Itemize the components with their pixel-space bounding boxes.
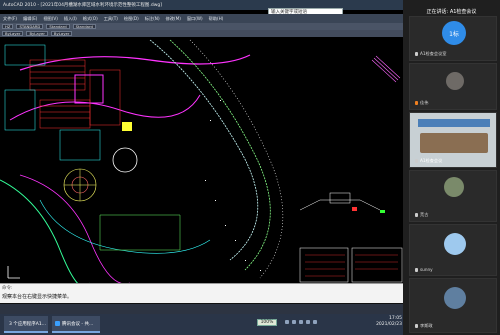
mic-icon: [415, 159, 418, 163]
taskbar-item-label: 3 个应用程序A1...: [9, 321, 47, 327]
mic-icon: [415, 101, 418, 105]
menu-item[interactable]: 工具(T): [104, 16, 118, 22]
table-style-dropdown[interactable]: Standard: [46, 24, 70, 29]
mic-icon: [415, 52, 418, 56]
menu-item[interactable]: 格式(O): [83, 16, 98, 22]
avatar: [444, 233, 466, 255]
linetype-dropdown[interactable]: ByLayer: [26, 31, 48, 36]
menu-item[interactable]: 窗口(W): [187, 16, 203, 22]
participant-tile[interactable]: sunny: [409, 224, 497, 276]
color-dropdown[interactable]: ByLayer: [2, 31, 24, 36]
lineweight-dropdown[interactable]: ByLayer: [50, 31, 73, 36]
participant-name: 李斯政: [420, 323, 433, 328]
clock[interactable]: 17:05 2021/02/23: [344, 316, 402, 328]
participant-tile[interactable]: 荒古: [409, 170, 497, 222]
menu-item[interactable]: 标注(N): [145, 16, 160, 22]
mleader-style-dropdown[interactable]: Standard: [72, 24, 96, 29]
avatar: [446, 72, 464, 90]
participant-name: 佳伟: [420, 100, 429, 105]
clock-date: 2021/02/23: [376, 322, 402, 327]
taskbar: 3 个应用程序A1... 腾讯会议 - 共...: [0, 314, 403, 335]
taskbar-item-label: 腾讯会议 - 共...: [62, 321, 94, 327]
cad-window: AutoCAD 2010 - [2021年04月槽湖水库区域水利环境示范性整顿工…: [0, 0, 403, 314]
text-style-dropdown[interactable]: HZ: [2, 24, 14, 29]
menu-item[interactable]: 视图(V): [43, 16, 58, 22]
participant-tile[interactable]: 李斯政: [409, 278, 497, 333]
mic-icon: [415, 324, 418, 328]
participant-name: 荒古: [420, 212, 429, 217]
menu-bar: 文件(F) 编辑(E) 视图(V) 插入(I) 格式(O) 工具(T) 绘图(D) 标注(N)…: [0, 14, 403, 23]
ime-icon[interactable]: [306, 320, 310, 324]
command-prompt: 命令:: [2, 286, 13, 291]
participant-name: sunny: [420, 267, 433, 272]
volume-icon[interactable]: [292, 320, 296, 324]
avatar: 1标: [442, 21, 466, 45]
mic-icon: [415, 268, 418, 272]
participant-tile[interactable]: A1检查会议: [409, 112, 497, 168]
style-toolbar: HZ STANDARD Standard Standard: [0, 23, 403, 30]
participant-tile[interactable]: 佳伟: [409, 63, 497, 110]
mic-icon: [415, 213, 418, 217]
menu-item[interactable]: 文件(F): [3, 16, 17, 22]
avatar: [444, 287, 466, 309]
battery-icon[interactable]: [299, 320, 303, 324]
avatar: [444, 177, 464, 197]
menu-item[interactable]: 编辑(E): [23, 16, 37, 22]
properties-toolbar: ByLayer ByLayer ByLayer: [0, 30, 403, 37]
taskbar-item-meeting[interactable]: 腾讯会议 - 共...: [52, 316, 100, 333]
zoom-indicator[interactable]: 100%: [257, 319, 277, 326]
notification-icon[interactable]: [313, 320, 317, 324]
menu-item[interactable]: 插入(I): [64, 16, 77, 22]
speaking-indicator: 正在讲话: A1检查会议: [426, 9, 477, 15]
menu-item[interactable]: 修改(M): [166, 16, 181, 22]
dim-style-dropdown[interactable]: STANDARD: [16, 24, 44, 29]
conference-table: [420, 133, 488, 153]
participant-name: A1检查会议室: [420, 51, 447, 56]
menu-item[interactable]: 绘图(D): [124, 16, 139, 22]
cad-title: AutoCAD 2010 - [2021年04月槽湖水库区域水利环境示范性整顿工…: [3, 3, 163, 8]
command-text: 观察本台在右键显示快捷菜单。: [2, 294, 73, 300]
participant-tile[interactable]: 1标 A1检查会议室: [409, 16, 497, 61]
meeting-icon: [55, 321, 60, 326]
video-banner: [418, 119, 490, 127]
participant-name: A1检查会议: [420, 158, 443, 163]
menu-item[interactable]: 帮助(H): [209, 16, 224, 22]
drawing-canvas[interactable]: [0, 0, 403, 314]
status-bar: [0, 303, 403, 314]
network-icon[interactable]: [285, 320, 289, 324]
meeting-panel: 正在讲话: A1检查会议 1标 A1检查会议室 佳伟 A1检查会议 荒古 sun…: [403, 0, 500, 335]
taskbar-item-apps[interactable]: 3 个应用程序A1...: [4, 316, 48, 333]
system-tray: [285, 320, 340, 326]
